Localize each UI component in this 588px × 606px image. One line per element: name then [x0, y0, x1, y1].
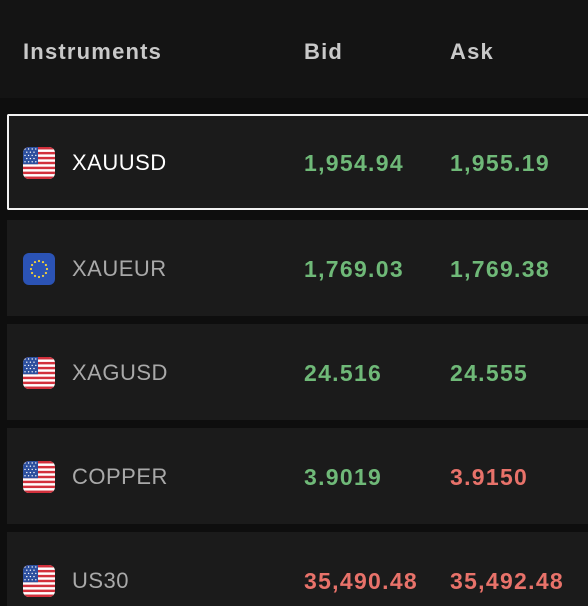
ask-price[interactable]: 3.9150	[450, 463, 528, 491]
bid-price[interactable]: 1,954.94	[304, 149, 404, 177]
us-flag-icon	[23, 565, 55, 597]
table-row[interactable]: XAUEUR 1,769.03 1,769.38	[7, 220, 588, 316]
instruments-panel: Instruments Bid Ask XAUUSD 1,954.94 1,95…	[0, 0, 588, 606]
eu-flag-icon	[23, 253, 55, 285]
instrument-symbol: COPPER	[72, 464, 168, 489]
instrument-symbol: XAUUSD	[72, 150, 167, 175]
ask-price[interactable]: 1,955.19	[450, 149, 550, 177]
instrument-symbol: XAGUSD	[72, 360, 168, 385]
bid-price[interactable]: 1,769.03	[304, 255, 404, 283]
instrument-list: XAUUSD 1,954.94 1,955.19 XAUEUR 1,769.03…	[0, 0, 588, 606]
table-row[interactable]: COPPER 3.9019 3.9150	[7, 428, 588, 524]
table-row[interactable]: XAUUSD 1,954.94 1,955.19	[7, 114, 588, 210]
ask-price[interactable]: 1,769.38	[450, 255, 550, 283]
ask-price[interactable]: 35,492.48	[450, 567, 564, 595]
us-flag-icon	[23, 357, 55, 389]
table-row[interactable]: US30 35,490.48 35,492.48	[7, 532, 588, 606]
bid-price[interactable]: 3.9019	[304, 463, 382, 491]
table-row[interactable]: XAGUSD 24.516 24.555	[7, 324, 588, 420]
us-flag-icon	[23, 147, 55, 179]
ask-price[interactable]: 24.555	[450, 359, 528, 387]
instrument-symbol: XAUEUR	[72, 256, 167, 281]
bid-price[interactable]: 24.516	[304, 359, 382, 387]
bid-price[interactable]: 35,490.48	[304, 567, 418, 595]
instrument-symbol: US30	[72, 568, 130, 593]
us-flag-icon	[23, 461, 55, 493]
